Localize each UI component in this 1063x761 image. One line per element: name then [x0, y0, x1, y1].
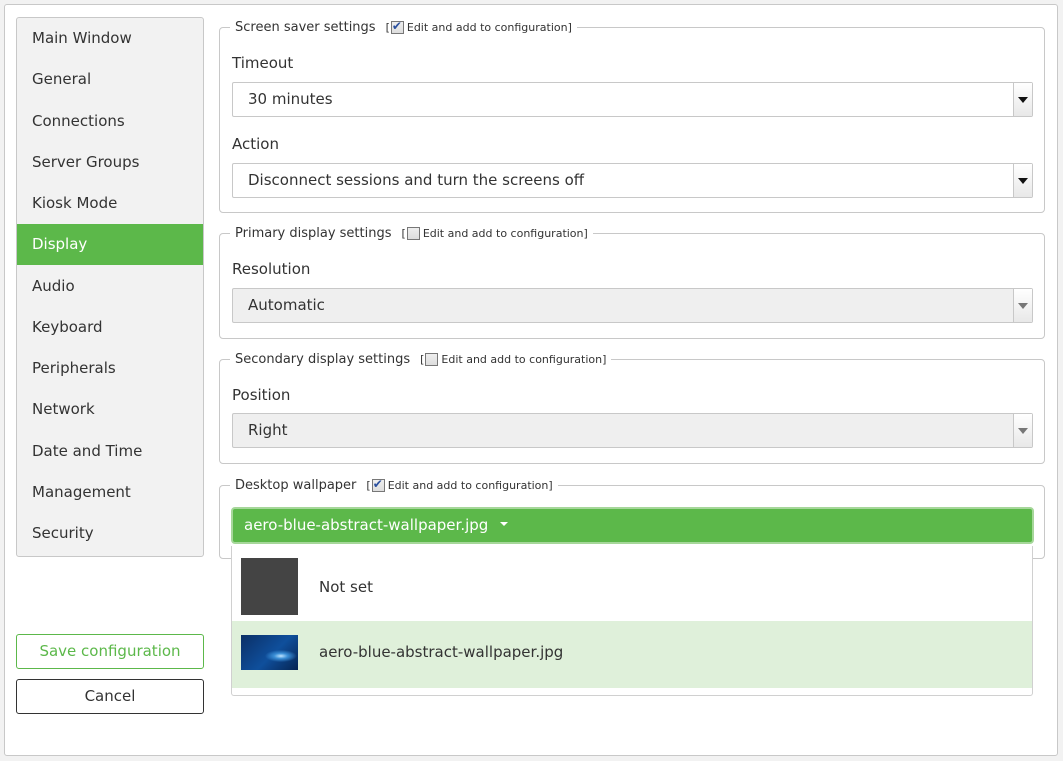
sidebar-item-display[interactable]: Display — [17, 224, 203, 265]
secondary-edit-toggle[interactable]: [Edit and add to configuration] — [420, 352, 607, 366]
screensaver-edit-checkbox[interactable] — [390, 19, 404, 34]
screensaver-settings-group: Screen saver settings [Edit and add to c… — [219, 18, 1045, 213]
sidebar-item-audio[interactable]: Audio — [17, 266, 203, 307]
wallpaper-option-aero-blue[interactable]: aero-blue-abstract-wallpaper.jpg — [232, 621, 1032, 688]
save-configuration-button[interactable]: Save configuration — [16, 634, 204, 669]
option-label: aero-blue-abstract-wallpaper.jpg — [319, 643, 564, 661]
sidebar-item-date-and-time[interactable]: Date and Time — [17, 431, 203, 472]
wallpaper-select[interactable]: aero-blue-abstract-wallpaper.jpg — [231, 507, 1034, 544]
resolution-label: Resolution — [232, 260, 311, 278]
action-select[interactable]: Disconnect sessions and turn the screens… — [232, 163, 1033, 198]
screensaver-edit-toggle[interactable]: [Edit and add to configuration] — [386, 19, 572, 34]
sidebar-item-peripherals[interactable]: Peripherals — [17, 348, 203, 389]
primary-edit-label: Edit and add to configuration] — [422, 226, 588, 240]
wallpaper-legend: Desktop wallpaper [Edit and add to confi… — [230, 476, 558, 494]
sidebar-item-keyboard[interactable]: Keyboard — [17, 307, 203, 348]
position-label: Position — [232, 386, 291, 404]
secondary-title: Secondary display settings — [235, 351, 411, 367]
screensaver-edit-label: Edit and add to configuration] — [406, 20, 572, 34]
wallpaper-title: Desktop wallpaper — [235, 477, 357, 493]
caret-down-icon — [500, 521, 509, 526]
wallpaper-edit-label: Edit and add to configuration] — [387, 478, 553, 492]
wallpaper-dropdown-list: Not set aero-blue-abstract-wallpaper.jpg — [231, 546, 1033, 696]
resolution-select[interactable]: Automatic — [232, 288, 1033, 323]
screensaver-title: Screen saver settings — [235, 19, 376, 35]
chevron-down-icon[interactable] — [1013, 164, 1032, 197]
sidebar-item-management[interactable]: Management — [17, 472, 203, 513]
wallpaper-option-not-set[interactable]: Not set — [232, 554, 1032, 621]
wallpaper-selected-value: aero-blue-abstract-wallpaper.jpg — [244, 516, 489, 534]
primary-title: Primary display settings — [235, 225, 392, 241]
chevron-down-icon[interactable] — [1013, 414, 1032, 447]
timeout-label: Timeout — [232, 54, 294, 72]
screensaver-legend: Screen saver settings [Edit and add to c… — [230, 18, 577, 36]
action-label: Action — [232, 135, 279, 153]
sidebar-item-server-groups[interactable]: Server Groups — [17, 142, 203, 183]
wallpaper-edit-toggle[interactable]: [Edit and add to configuration] — [366, 477, 553, 492]
sidebar-item-main-window[interactable]: Main Window — [17, 18, 203, 59]
chevron-down-icon[interactable] — [1013, 83, 1032, 116]
option-label: Not set — [319, 578, 373, 596]
sidebar-item-kiosk-mode[interactable]: Kiosk Mode — [17, 183, 203, 224]
dark-swatch-thumbnail — [241, 558, 298, 615]
primary-edit-checkbox[interactable] — [406, 226, 420, 240]
secondary-edit-label: Edit and add to configuration] — [441, 352, 607, 366]
cancel-button[interactable]: Cancel — [16, 679, 204, 714]
sidebar-item-security[interactable]: Security — [17, 513, 203, 554]
sidebar-nav: Main Window General Connections Server G… — [16, 17, 204, 557]
timeout-value: 30 minutes — [248, 90, 333, 108]
secondary-edit-checkbox[interactable] — [425, 352, 439, 366]
sidebar-item-connections[interactable]: Connections — [17, 101, 203, 142]
primary-legend: Primary display settings [Edit and add t… — [230, 224, 593, 242]
action-value: Disconnect sessions and turn the screens… — [248, 171, 585, 189]
timeout-select[interactable]: 30 minutes — [232, 82, 1033, 117]
position-select[interactable]: Right — [232, 413, 1033, 448]
position-value: Right — [248, 421, 288, 439]
image-thumbnail — [241, 635, 298, 670]
secondary-display-settings-group: Secondary display settings [Edit and add… — [219, 350, 1045, 464]
primary-edit-toggle[interactable]: [Edit and add to configuration] — [402, 226, 588, 240]
secondary-legend: Secondary display settings [Edit and add… — [230, 350, 612, 368]
primary-display-settings-group: Primary display settings [Edit and add t… — [219, 224, 1045, 339]
wallpaper-edit-checkbox[interactable] — [371, 477, 385, 492]
resolution-value: Automatic — [248, 296, 325, 314]
sidebar-item-network[interactable]: Network — [17, 389, 203, 430]
sidebar-item-general[interactable]: General — [17, 59, 203, 100]
chevron-down-icon[interactable] — [1013, 289, 1032, 322]
